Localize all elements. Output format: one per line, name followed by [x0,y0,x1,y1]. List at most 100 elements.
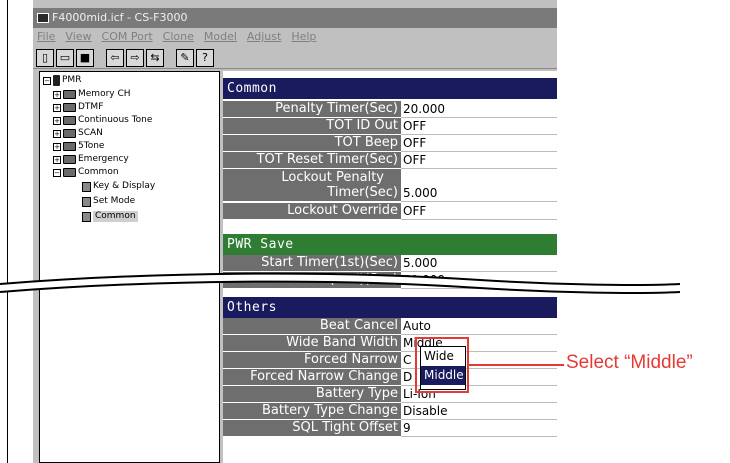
setting-row-forced-narrow-change[interactable]: Forced Narrow Change D [223,369,557,386]
radio-app-icon [37,13,49,23]
help-icon[interactable]: ? [196,48,214,67]
setting-label: TOT ID Out [223,118,401,135]
setting-row-lockout-override[interactable]: Lockout Override OFF [223,203,557,220]
open-folder-icon[interactable]: ▭ [56,48,74,67]
menu-file[interactable]: File [37,28,55,46]
setting-row-forced-narrow[interactable]: Forced Narrow C [223,352,557,369]
save-icon[interactable]: ■ [76,48,94,67]
setting-value[interactable]: OFF [401,152,557,169]
tree-child-set-mode[interactable]: Set Mode [82,196,135,207]
setting-value[interactable]: Auto [401,318,557,335]
tree-child-key-display[interactable]: Key & Display [82,181,155,192]
setting-row-battery-type[interactable]: Battery Type Li-Ion [223,386,557,403]
setting-row-sql-tight-offset[interactable]: SQL Tight Offset 9 [223,420,557,437]
tree-item-dtmf[interactable]: + DTMF [53,102,103,113]
tree-item-5tone[interactable]: + 5Tone [53,141,104,152]
toolbar: ▯ ▭ ■ ⇦ ⇨ ⇆ ✎ ? [33,47,557,69]
tree-child-label: Key & Display [93,181,156,191]
setting-value[interactable]: OFF [401,203,557,220]
setting-label: Battery Type [223,386,401,403]
setting-row-tot-beep[interactable]: TOT Beep OFF [223,135,557,152]
menu-adjust[interactable]: Adjust [247,28,281,46]
tree-child-common[interactable]: Common [82,211,138,222]
setting-row-lockout-penalty-timer[interactable]: Lockout Penalty Timer(Sec) 5.000 [223,169,557,202]
folder-icon [63,155,76,164]
setting-row-penalty-timer[interactable]: Penalty Timer(Sec) 20.000 [223,101,557,118]
folder-icon [63,129,76,138]
menu-view[interactable]: View [65,28,91,46]
tree-item-common[interactable]: − Common [53,167,119,178]
setting-value[interactable]: 20.000 [401,101,557,118]
application-window: F4000mid.icf - CS-F3000 File View COM Po… [33,0,557,463]
callout-leader-line [469,364,564,366]
setting-value[interactable]: OFF [401,135,557,152]
folder-icon [63,116,76,125]
collapse-toggle[interactable]: − [43,76,51,85]
setting-label: TOT Beep [223,135,401,152]
open-folder-icon [63,168,76,177]
setting-label: Beat Cancel [223,318,401,335]
menu-model[interactable]: Model [204,28,237,46]
setting-value[interactable]: OFF [401,118,557,135]
setting-label: Lockout Override [223,203,401,220]
tree-child-label-selected: Common [93,211,138,222]
new-file-icon[interactable]: ▯ [36,48,54,67]
tree-item-memory-ch[interactable]: + Memory CH [53,89,131,100]
tree-item-label: SCAN [78,128,103,138]
setting-row-tot-reset-timer[interactable]: TOT Reset Timer(Sec) OFF [223,152,557,169]
radio-icon [53,75,60,86]
setting-value[interactable]: 5.000 [401,169,557,202]
tree-item-label: Memory CH [78,89,131,99]
tree-child-label: Set Mode [93,196,136,206]
screen-break-band [0,272,681,294]
menu-bar: File View COM Port Clone Model Adjust He… [33,28,557,46]
window-title: F4000mid.icf - CS-F3000 [52,11,188,24]
callout-label: Select “Middle” [566,352,693,373]
document-icon [82,196,91,207]
tree-item-scan[interactable]: + SCAN [53,128,103,139]
section-header-pwr-save: PWR Save [223,234,557,255]
setting-row-beat-cancel[interactable]: Beat Cancel Auto [223,318,557,335]
setting-label: Battery Type Change [223,403,401,420]
edit-icon[interactable]: ✎ [176,48,194,67]
expand-toggle[interactable]: + [53,90,61,99]
title-bar: F4000mid.icf - CS-F3000 [33,8,557,28]
setting-label-line1: Lockout Penalty [281,170,384,185]
setting-label: Wide Band Width [223,335,401,352]
setting-row-wide-band-width[interactable]: Wide Band Width Middle [223,335,557,352]
setting-label: Forced Narrow [223,352,401,369]
clone-icon[interactable]: ⇆ [146,48,164,67]
folder-icon [63,103,76,112]
menu-help[interactable]: Help [291,28,316,46]
tree-item-emergency[interactable]: + Emergency [53,154,129,165]
setting-label: SQL Tight Offset [223,420,401,437]
setting-label: Forced Narrow Change [223,369,401,386]
setting-row-tot-id-out[interactable]: TOT ID Out OFF [223,118,557,135]
write-radio-icon[interactable]: ⇨ [126,48,144,67]
tree-item-label: Continuous Tone [78,115,153,125]
setting-value[interactable]: Disable [401,403,557,420]
collapse-toggle[interactable]: − [53,168,61,177]
document-icon [82,181,91,192]
setting-label-line2: Timer(Sec) [327,185,398,200]
expand-toggle[interactable]: + [53,142,61,151]
read-radio-icon[interactable]: ⇦ [106,48,124,67]
document-icon [82,211,91,222]
tree-item-label: DTMF [78,102,104,112]
menu-com-port[interactable]: COM Port [102,28,153,46]
folder-icon [63,90,76,99]
settings-grid: Common Penalty Timer(Sec) 20.000 TOT ID … [223,71,557,463]
setting-value[interactable]: 9 [401,420,557,437]
tree-item-label: 5Tone [78,141,105,151]
menu-clone[interactable]: Clone [163,28,194,46]
expand-toggle[interactable]: + [53,103,61,112]
tree-root[interactable]: − PMR [43,75,81,86]
tree-root-label: PMR [62,75,82,85]
document-frame-line [7,0,8,463]
tree-item-continuous-tone[interactable]: + Continuous Tone [53,115,152,126]
expand-toggle[interactable]: + [53,155,61,164]
expand-toggle[interactable]: + [53,129,61,138]
setting-row-battery-type-change[interactable]: Battery Type Change Disable [223,403,557,420]
setting-label: Penalty Timer(Sec) [223,101,401,118]
expand-toggle[interactable]: + [53,116,61,125]
